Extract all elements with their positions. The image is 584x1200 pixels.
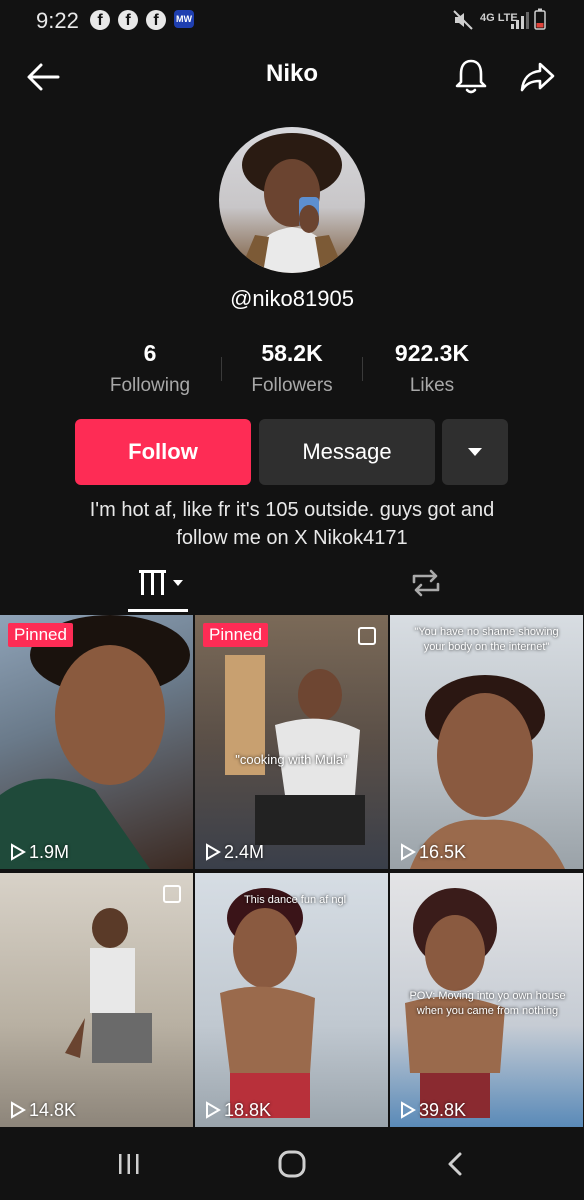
view-count-value: 2.4M — [224, 842, 265, 862]
bio-line: follow me on X Nikok4171 — [176, 527, 408, 549]
facebook-icon: f — [90, 10, 110, 30]
bell-icon[interactable] — [453, 56, 489, 96]
view-count: 18.8K — [205, 1100, 271, 1121]
video-thumbnail[interactable]: 14.8K — [0, 873, 193, 1127]
followers-label[interactable]: Followers — [212, 375, 372, 397]
view-count: 16.5K — [400, 842, 466, 863]
view-count: 1.9M — [10, 842, 69, 863]
following-count[interactable]: 6 — [70, 340, 230, 367]
view-count-value: 39.8K — [419, 1100, 467, 1120]
view-count: 39.8K — [400, 1100, 466, 1121]
username: @niko81905 — [230, 286, 354, 311]
view-count-value: 14.8K — [29, 1100, 77, 1120]
view-count: 2.4M — [205, 842, 264, 863]
video-thumbnail[interactable]: "You have no shame showing your body on … — [390, 615, 583, 869]
video-caption: "cooking with Mula" — [235, 752, 348, 767]
facebook-icon: f — [118, 10, 138, 30]
video-thumbnail[interactable]: Pinned "cooking with Mula" 2.4M — [195, 615, 388, 869]
play-icon — [11, 1101, 26, 1119]
pinned-badge: Pinned — [203, 623, 268, 647]
recent-apps-icon[interactable] — [115, 1150, 143, 1178]
multi-video-icon — [163, 885, 181, 903]
view-count-value: 1.9M — [29, 842, 70, 862]
status-bar: 9:22 f f f MW 4G LTE — [0, 0, 584, 44]
status-time: 9:22 — [36, 8, 79, 33]
mute-icon — [453, 10, 473, 30]
dropdown-triangle-icon — [468, 448, 482, 456]
system-navigation-bar — [0, 1128, 584, 1200]
video-thumbnail[interactable]: This dance fun af ngl 18.8K — [195, 873, 388, 1127]
home-icon[interactable] — [276, 1148, 308, 1180]
avatar[interactable] — [219, 127, 365, 273]
video-caption: "You have no shame showing your body on … — [414, 626, 559, 653]
battery-icon — [534, 8, 546, 30]
follow-button[interactable]: Follow — [75, 419, 251, 485]
app-notification-icon: MW — [174, 10, 194, 28]
play-icon — [11, 843, 26, 861]
more-options-button[interactable] — [442, 419, 508, 485]
video-thumbnail[interactable]: POV: Moving into yo own house when you c… — [390, 873, 583, 1127]
following-label[interactable]: Following — [70, 375, 230, 397]
message-button[interactable]: Message — [259, 419, 435, 485]
followers-count[interactable]: 58.2K — [212, 340, 372, 367]
facebook-icon: f — [146, 10, 166, 30]
pinned-badge: Pinned — [8, 623, 73, 647]
video-thumbnail[interactable]: Pinned 1.9M — [0, 615, 193, 869]
repost-tab-icon[interactable] — [408, 566, 444, 600]
view-count-value: 18.8K — [224, 1100, 272, 1120]
active-tab-indicator — [128, 609, 188, 612]
bio-line: I'm hot af, like fr it's 105 outside. gu… — [89, 499, 495, 521]
signal-icon — [511, 12, 529, 29]
play-icon — [206, 843, 221, 861]
bio: I'm hot af, like fr it's 105 outside. gu… — [40, 496, 544, 552]
videos-grid-tab-icon[interactable] — [138, 568, 188, 598]
video-caption: This dance fun af ngl — [243, 894, 347, 906]
page-title: Niko — [265, 60, 318, 87]
back-icon[interactable] — [442, 1150, 470, 1178]
multi-video-icon — [358, 627, 376, 645]
play-icon — [401, 843, 416, 861]
likes-count: 922.3K — [394, 340, 470, 366]
share-icon[interactable] — [518, 56, 558, 96]
play-icon — [401, 1101, 416, 1119]
video-caption: POV: Moving into yo own house when you c… — [409, 990, 566, 1017]
play-icon — [206, 1101, 221, 1119]
view-count-value: 16.5K — [419, 842, 467, 862]
likes-label: Likes — [409, 375, 455, 396]
view-count: 14.8K — [10, 1100, 76, 1121]
